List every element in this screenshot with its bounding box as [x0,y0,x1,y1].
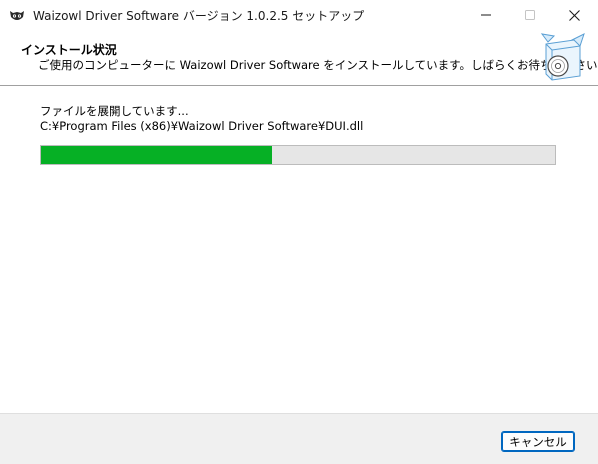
maximize-icon [525,10,535,20]
waizowl-logo-icon [9,8,25,22]
progress-bar [40,145,556,165]
footer-panel: キャンセル [0,414,598,464]
current-file-path: C:¥Program Files (x86)¥Waizowl Driver So… [40,119,364,133]
installer-window: Waizowl Driver Software バージョン 1.0.2.5 セッ… [0,0,598,464]
box-disc-icon [540,32,586,82]
close-button[interactable] [552,0,596,30]
window-title: Waizowl Driver Software バージョン 1.0.2.5 セッ… [33,9,365,23]
status-text: ファイルを展開しています... [40,104,189,118]
header-panel: インストール状況 ご使用のコンピューターに Waizowl Driver Sof… [0,30,598,85]
page-subtitle: ご使用のコンピューターに Waizowl Driver Software をイン… [38,58,598,72]
minimize-icon [481,14,491,16]
header-divider-highlight [0,86,598,87]
progress-bar-fill [41,146,273,164]
title-bar[interactable]: Waizowl Driver Software バージョン 1.0.2.5 セッ… [0,0,598,30]
minimize-button[interactable] [464,0,508,30]
page-title: インストール状況 [21,43,117,57]
maximize-button[interactable] [508,0,552,30]
close-icon [568,9,580,21]
cancel-button[interactable]: キャンセル [501,431,575,452]
